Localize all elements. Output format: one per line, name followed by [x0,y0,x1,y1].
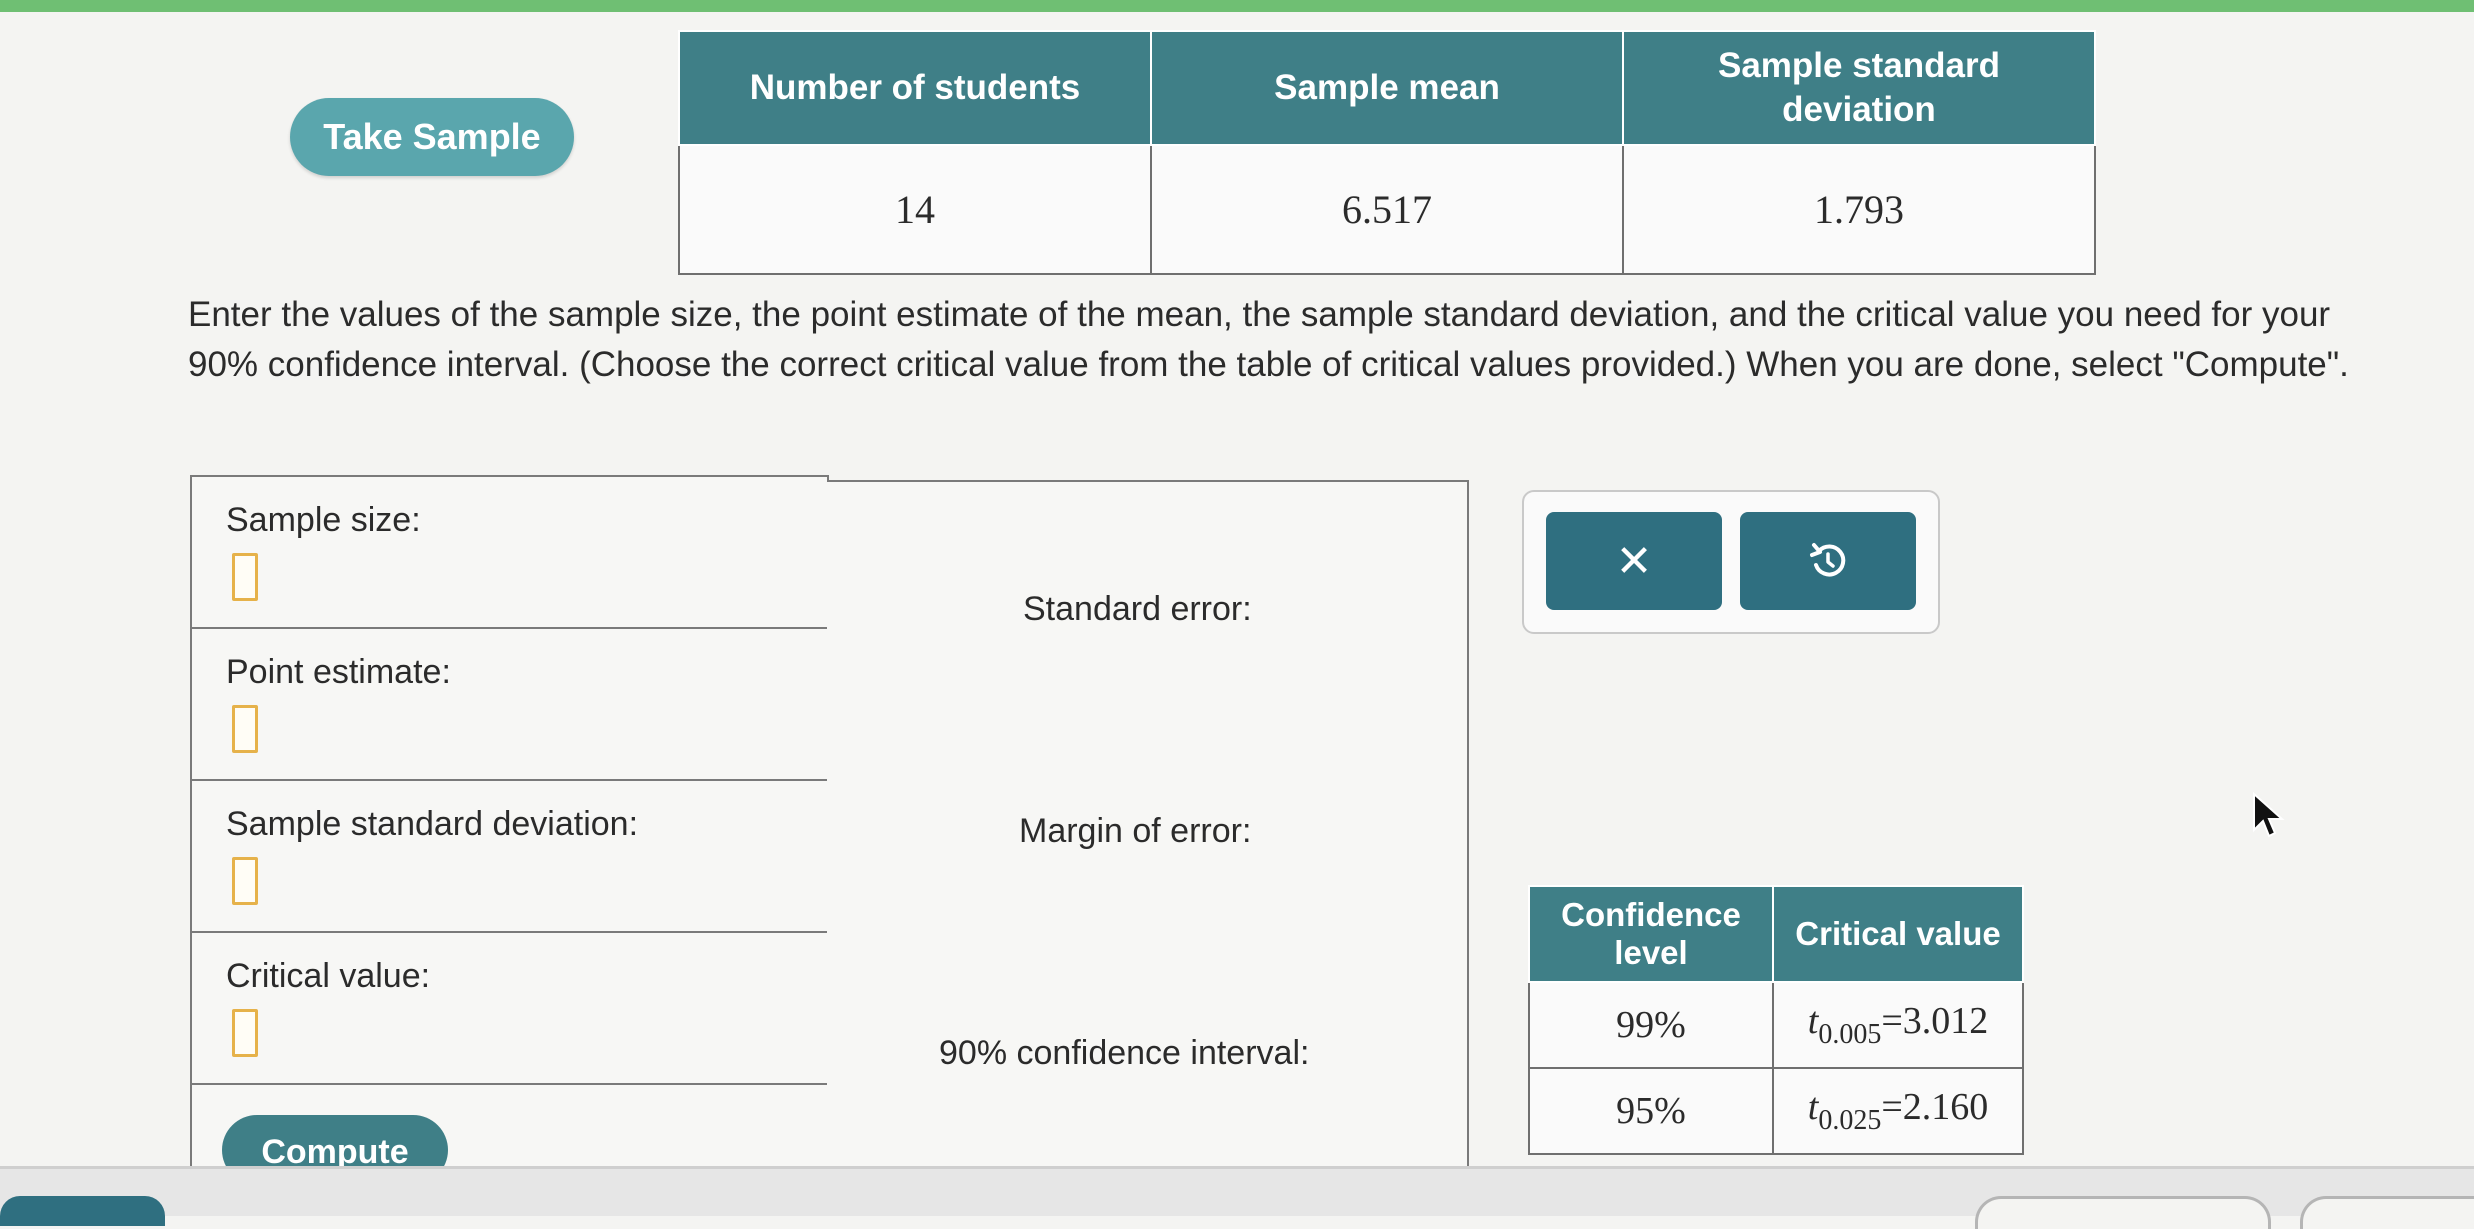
critical-value-number: =2.160 [1881,1086,1989,1128]
t-symbol: t [1807,1000,1819,1042]
t-subscript: 0.005 [1818,1019,1882,1050]
sample-size-input[interactable] [232,553,258,601]
mouse-cursor-icon [2253,792,2285,838]
sample-sd-field: Sample standard deviation: [192,781,827,933]
critical-table-row: 99% t0.005=3.012 [1528,981,2024,1069]
point-estimate-label: Point estimate: [226,653,451,691]
take-sample-button[interactable]: Take Sample [290,98,574,176]
critical-values-table: Confidence level Critical value 99% t0.0… [1528,885,2024,1155]
clear-button[interactable]: ✕ [1546,512,1722,610]
margin-of-error-label: Margin of error: [1019,812,1252,850]
bottom-tab[interactable] [0,1196,165,1226]
critical-table-row: 95% t0.025=2.160 [1528,1067,2024,1155]
confidence-interval-label: 90% confidence interval: [939,1034,1310,1072]
confidence-level-cell: 99% [1528,981,1774,1069]
instructions-text: Enter the values of the sample size, the… [188,295,2349,384]
critical-value-field: Critical value: [192,933,827,1085]
point-estimate-input[interactable] [232,705,258,753]
sample-results-table: Number of students Sample mean Sample st… [678,30,2096,275]
header-critical-value: Critical value [1772,885,2024,983]
value-sample-mean: 6.517 [1150,144,1624,275]
critical-value-cell: t0.025=2.160 [1772,1067,2024,1155]
reset-button[interactable] [1740,512,1916,610]
critical-value-input[interactable] [232,1009,258,1057]
results-panel: Standard error: Margin of error: 90% con… [827,480,1469,1174]
sample-table-row: 14 6.517 1.793 [678,144,2096,275]
action-button-group: ✕ [1522,490,1940,634]
sample-sd-label: Sample standard deviation: [226,805,639,843]
sample-sd-input[interactable] [232,857,258,905]
t-subscript: 0.025 [1818,1105,1882,1136]
top-accent-strip [0,0,2474,12]
input-panel: Sample size: Point estimate: Sample stan… [190,475,829,1185]
critical-table-header-row: Confidence level Critical value [1528,885,2024,983]
point-estimate-field: Point estimate: [192,629,827,781]
sample-size-label: Sample size: [226,501,421,539]
critical-value-number: =3.012 [1881,1000,1989,1042]
critical-value-cell: t0.005=3.012 [1772,981,2024,1069]
value-sample-sd: 1.793 [1622,144,2096,275]
standard-error-label: Standard error: [1023,590,1252,628]
header-number-of-students: Number of students [678,30,1152,146]
header-confidence-level: Confidence level [1528,885,1774,983]
t-symbol: t [1807,1086,1819,1128]
sample-table-header-row: Number of students Sample mean Sample st… [678,30,2096,146]
header-sample-sd: Sample standard deviation [1622,30,2096,146]
sample-size-field: Sample size: [192,477,827,629]
confidence-level-cell: 95% [1528,1067,1774,1155]
critical-value-label: Critical value: [226,957,431,995]
undo-icon [1810,543,1846,577]
value-number-of-students: 14 [678,144,1152,275]
close-icon: ✕ [1615,535,1653,587]
header-sample-mean: Sample mean [1150,30,1624,146]
